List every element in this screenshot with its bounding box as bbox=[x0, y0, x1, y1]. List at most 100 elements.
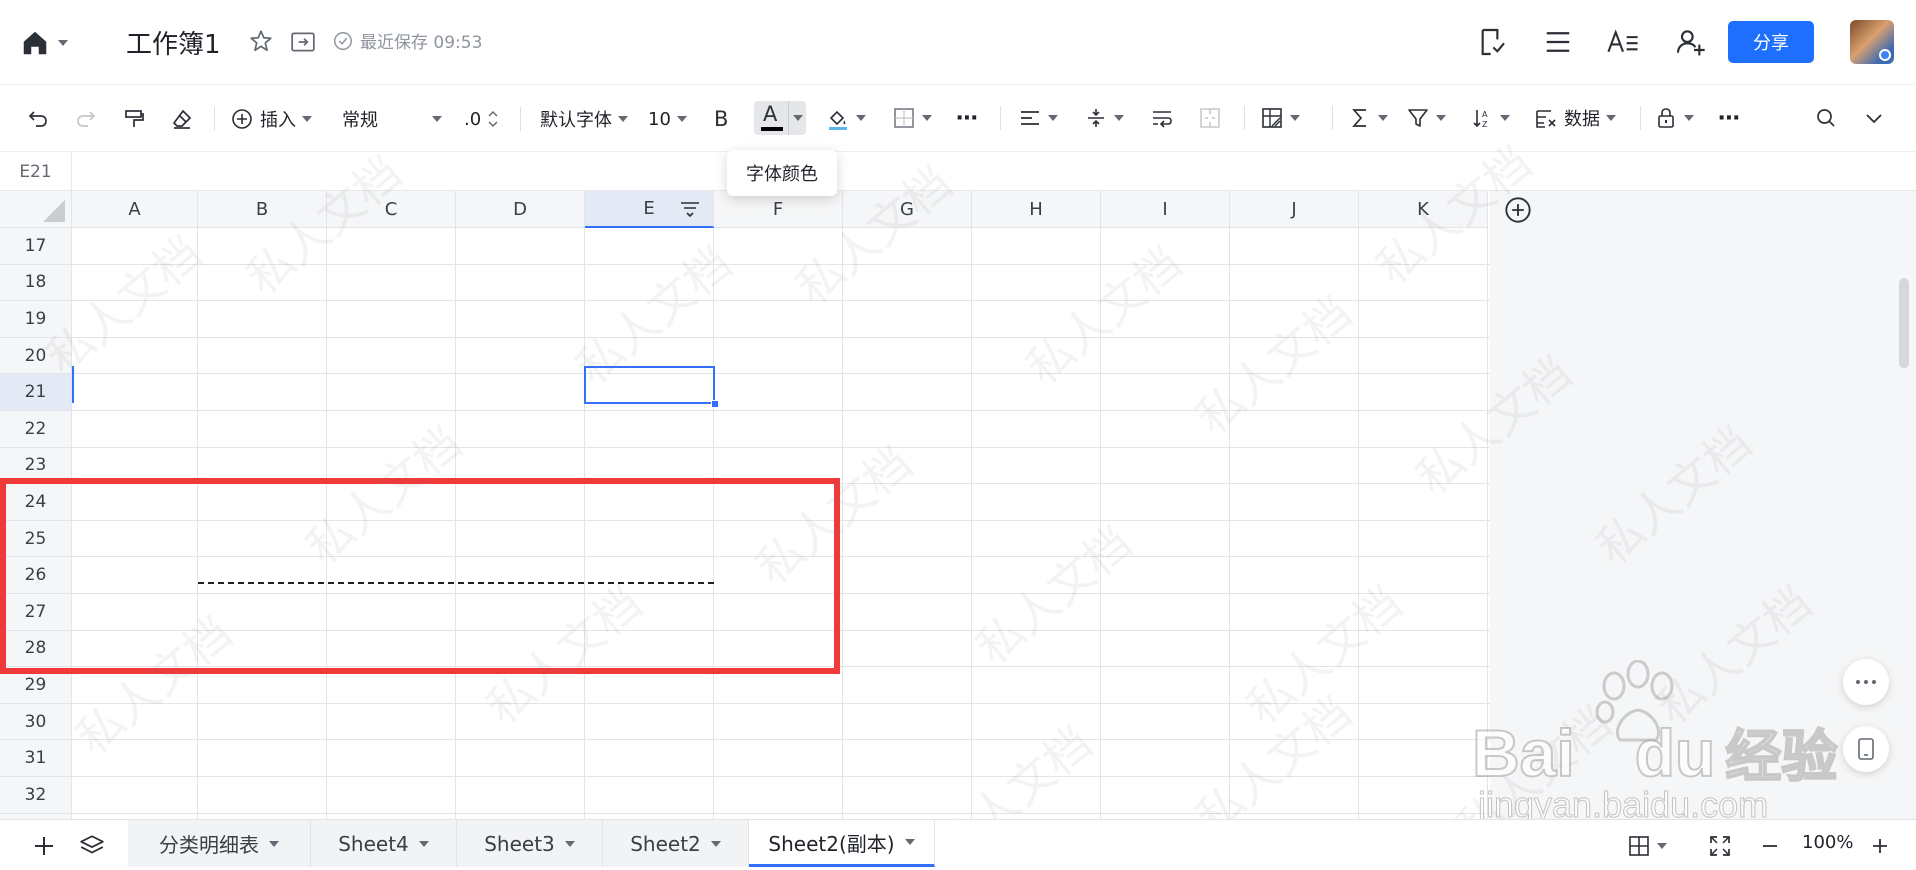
divider bbox=[1244, 106, 1245, 130]
sheet-list-button[interactable] bbox=[78, 832, 106, 860]
fullscreen-button[interactable] bbox=[1706, 832, 1734, 860]
redo-button[interactable] bbox=[74, 103, 98, 135]
more-button[interactable]: ⋯ bbox=[956, 102, 978, 134]
column-header-j[interactable]: J bbox=[1230, 191, 1359, 228]
column-header-label: B bbox=[255, 198, 269, 220]
border-button[interactable] bbox=[892, 102, 932, 134]
sheet-tab-label: Sheet4 bbox=[338, 831, 409, 856]
border-icon bbox=[894, 108, 914, 128]
cell-reference[interactable]: E21 bbox=[0, 153, 72, 191]
column-header-c[interactable]: C bbox=[327, 191, 456, 228]
vertical-align-button[interactable] bbox=[1084, 102, 1124, 134]
row-header-31[interactable]: 31 bbox=[0, 740, 72, 777]
font-family-label: 默认字体 bbox=[540, 110, 612, 131]
row-header-32[interactable]: 32 bbox=[0, 777, 72, 814]
column-header-f[interactable]: F bbox=[714, 191, 843, 228]
selected-cell[interactable] bbox=[584, 366, 715, 404]
save-status-text: 最近保存 09:53 bbox=[360, 33, 483, 53]
merge-cells-icon bbox=[1200, 108, 1220, 128]
column-header-b[interactable]: B bbox=[198, 191, 327, 228]
column-header-g[interactable]: G bbox=[843, 191, 972, 228]
row-header-17[interactable]: 17 bbox=[0, 228, 72, 265]
merge-cells-button[interactable] bbox=[1198, 102, 1222, 134]
filter-button[interactable] bbox=[1406, 102, 1446, 134]
undo-button[interactable] bbox=[26, 103, 50, 135]
grid-column-line bbox=[1358, 228, 1359, 819]
task-check-icon[interactable] bbox=[1474, 24, 1510, 60]
chevron-down-icon[interactable] bbox=[710, 840, 721, 847]
zoom-in-button[interactable] bbox=[1866, 832, 1894, 860]
chevron-down-icon[interactable] bbox=[269, 840, 279, 847]
clear-format-button[interactable] bbox=[170, 103, 194, 135]
fill-handle[interactable] bbox=[711, 400, 719, 408]
star-icon[interactable] bbox=[248, 28, 274, 54]
column-header-h[interactable]: H bbox=[972, 191, 1101, 228]
column-header-label: F bbox=[772, 198, 784, 220]
sheet-tab[interactable]: 分类明细表 bbox=[128, 820, 311, 867]
protect-button[interactable] bbox=[1654, 102, 1694, 134]
data-icon bbox=[1536, 110, 1556, 128]
font-color-button[interactable]: A bbox=[754, 101, 806, 135]
data-menu-button[interactable]: 数据 bbox=[1534, 102, 1616, 134]
horizontal-align-button[interactable] bbox=[1018, 102, 1058, 134]
sum-button[interactable] bbox=[1348, 102, 1388, 134]
row-header-22[interactable]: 22 bbox=[0, 411, 72, 448]
number-format-select[interactable]: 常规 bbox=[342, 103, 442, 135]
row-header-21[interactable]: 21 bbox=[0, 374, 72, 411]
font-family-select[interactable]: 默认字体 bbox=[540, 103, 628, 135]
format-painter-button[interactable] bbox=[122, 103, 146, 135]
select-all-corner[interactable] bbox=[0, 191, 72, 228]
row-header-18[interactable]: 18 bbox=[0, 264, 72, 302]
baidu-cn: 经验 bbox=[1724, 724, 1838, 789]
chevron-down-icon bbox=[1866, 114, 1882, 124]
column-header-label: J bbox=[1291, 198, 1297, 220]
chevron-down-icon bbox=[1290, 115, 1300, 121]
column-filter-icon[interactable] bbox=[679, 199, 701, 219]
collapse-toolbar-button[interactable] bbox=[1862, 102, 1886, 134]
add-collaborator-icon[interactable] bbox=[1672, 24, 1708, 60]
text-style-icon[interactable] bbox=[1605, 24, 1641, 60]
menu-icon[interactable] bbox=[1540, 24, 1576, 60]
chevron-down-icon[interactable] bbox=[564, 840, 575, 847]
wrap-text-button[interactable] bbox=[1150, 102, 1174, 134]
paint-bucket-icon bbox=[829, 110, 847, 130]
decimal-stepper[interactable]: .0 bbox=[464, 103, 499, 135]
row-header-30[interactable]: 30 bbox=[0, 703, 72, 741]
vertical-scrollbar[interactable] bbox=[1899, 278, 1909, 368]
chevron-down-icon bbox=[1436, 115, 1446, 121]
add-sheet-button[interactable] bbox=[30, 832, 58, 860]
insert-button[interactable]: 插入 bbox=[230, 103, 312, 135]
column-header-k[interactable]: K bbox=[1359, 191, 1488, 228]
home-menu[interactable] bbox=[20, 28, 72, 58]
sheet-tab[interactable]: Sheet4 bbox=[311, 820, 457, 867]
add-column-icon[interactable] bbox=[1504, 196, 1532, 224]
sort-button[interactable]: AZ bbox=[1470, 102, 1510, 134]
move-to-folder-icon[interactable] bbox=[290, 30, 316, 54]
column-header-e[interactable]: E bbox=[585, 191, 714, 228]
row-header-19[interactable]: 19 bbox=[0, 301, 72, 338]
svg-text:Z: Z bbox=[1482, 120, 1488, 129]
sheet-tab[interactable]: Sheet2 bbox=[603, 820, 749, 867]
fill-color-button[interactable] bbox=[826, 102, 866, 134]
sheet-tab[interactable]: Sheet3 bbox=[457, 820, 603, 867]
chevron-down-icon bbox=[1657, 843, 1667, 849]
avatar[interactable] bbox=[1850, 20, 1894, 64]
sheet-tab[interactable]: Sheet2(副本) bbox=[749, 820, 935, 867]
more-options-button[interactable]: ⋯ bbox=[1718, 102, 1740, 134]
chevron-down-icon[interactable] bbox=[904, 839, 915, 845]
font-size-select[interactable]: 10 bbox=[648, 103, 687, 135]
share-button[interactable]: 分享 bbox=[1728, 21, 1814, 63]
zoom-level[interactable]: 100% bbox=[1802, 832, 1853, 853]
column-header-d[interactable]: D bbox=[456, 191, 585, 228]
document-title[interactable]: 工作簿1 bbox=[126, 24, 221, 61]
row-header-20[interactable]: 20 bbox=[0, 337, 72, 375]
column-header-i[interactable]: I bbox=[1101, 191, 1230, 228]
conditional-format-button[interactable] bbox=[1260, 102, 1300, 134]
zoom-out-button[interactable] bbox=[1756, 832, 1784, 860]
column-header-label: I bbox=[1162, 198, 1168, 220]
search-button[interactable] bbox=[1814, 102, 1838, 134]
chevron-down-icon[interactable] bbox=[418, 840, 429, 847]
bold-button[interactable]: B bbox=[714, 103, 728, 135]
view-mode-button[interactable] bbox=[1622, 832, 1672, 860]
column-header-a[interactable]: A bbox=[72, 191, 198, 228]
